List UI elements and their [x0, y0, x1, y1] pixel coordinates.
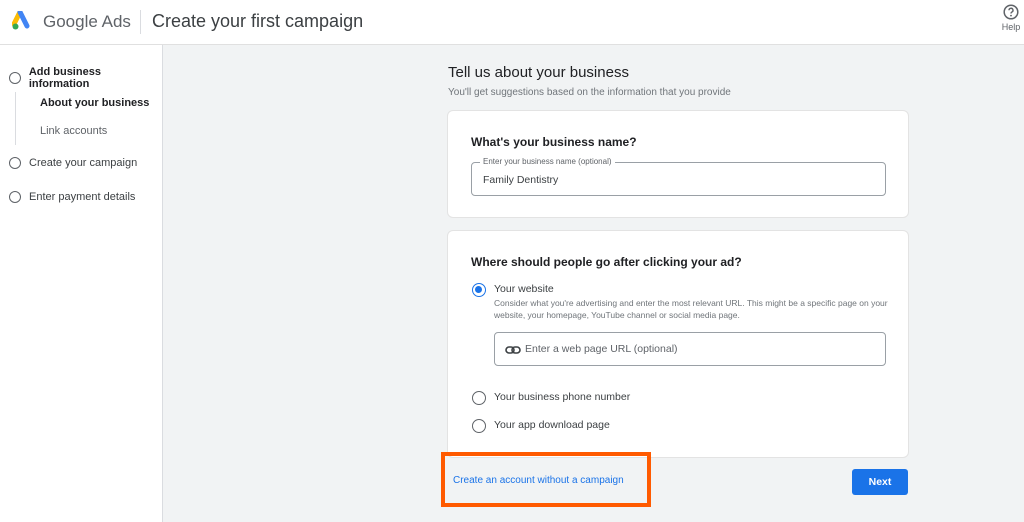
step-circle-icon: [9, 72, 21, 84]
help-label: Help: [1001, 22, 1021, 32]
website-url-input[interactable]: Enter a web page URL (optional): [494, 332, 886, 366]
section-subheading: You'll get suggestions based on the info…: [448, 87, 731, 98]
destination-question: Where should people go after clicking yo…: [471, 255, 742, 269]
destination-card: Where should people go after clicking yo…: [447, 230, 909, 458]
business-name-input[interactable]: Enter your business name (optional) Fami…: [471, 157, 886, 196]
header-divider: [140, 10, 141, 34]
step-label: Create your campaign: [29, 157, 138, 169]
business-name-value: Family Dentistry: [483, 174, 559, 186]
sidebar-substep-link-accounts[interactable]: Link accounts: [40, 125, 107, 137]
next-button[interactable]: Next: [852, 469, 908, 495]
radio-label-phone-number[interactable]: Your business phone number: [494, 391, 630, 403]
page-title: Create your first campaign: [152, 11, 364, 31]
step-circle-icon: [9, 157, 21, 169]
website-description: Consider what you're advertising and ent…: [494, 298, 888, 320]
sidebar-step-add-business-info[interactable]: Add business information: [9, 66, 162, 90]
radio-phone-number[interactable]: [472, 391, 486, 405]
radio-label-your-website[interactable]: Your website: [494, 283, 554, 295]
business-name-question: What's your business name?: [471, 135, 637, 149]
step-label: Add business information: [28, 66, 101, 90]
brand-name: Google Ads: [43, 12, 131, 31]
url-placeholder: Enter a web page URL (optional): [525, 343, 678, 355]
radio-label-app-download[interactable]: Your app download page: [494, 419, 610, 431]
step-circle-icon: [9, 191, 21, 203]
create-account-without-campaign-link[interactable]: Create an account without a campaign: [453, 475, 624, 486]
business-name-card: What's your business name? Enter your bu…: [447, 110, 909, 218]
sidebar-substep-about-business[interactable]: About your business: [40, 97, 149, 109]
help-button[interactable]: Help: [998, 4, 1024, 32]
sidebar-step-create-campaign[interactable]: Create your campaign: [9, 157, 137, 169]
substep-connector: [15, 92, 16, 145]
google-ads-logo: [12, 11, 30, 30]
top-bar: Google Ads Create your first campaign He…: [0, 0, 1024, 45]
help-circle-icon: [1003, 4, 1019, 20]
sidebar-step-payment-details[interactable]: Enter payment details: [9, 191, 135, 203]
progress-sidebar: Add business information About your busi…: [0, 45, 163, 522]
radio-app-download[interactable]: [472, 419, 486, 433]
radio-your-website[interactable]: [472, 283, 486, 297]
section-heading: Tell us about your business: [448, 64, 629, 81]
step-label: Enter payment details: [29, 191, 136, 203]
business-name-field-label: Enter your business name (optional): [480, 157, 615, 166]
link-icon: [505, 346, 521, 354]
